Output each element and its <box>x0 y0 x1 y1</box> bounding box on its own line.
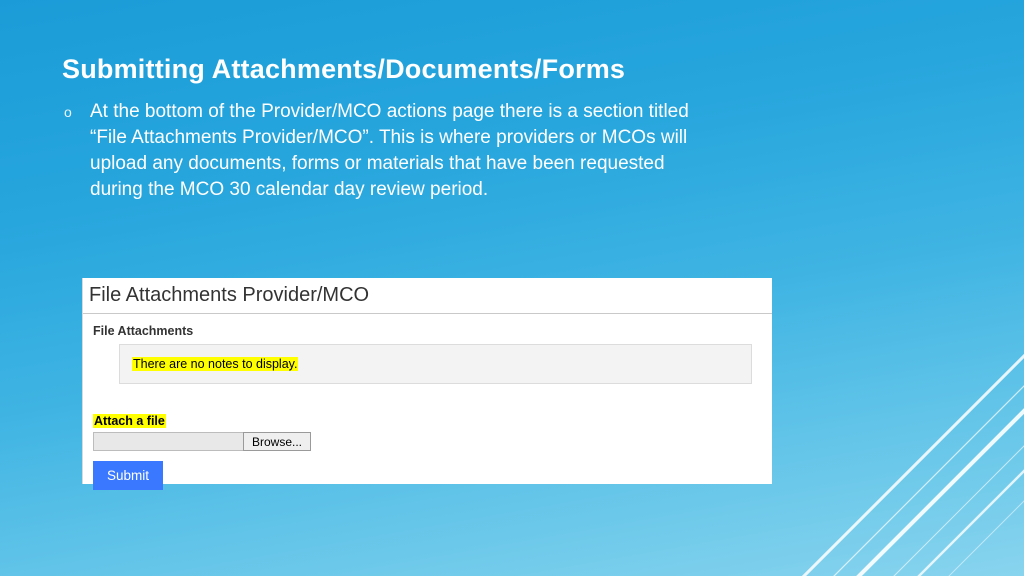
bullet-item: o At the bottom of the Provider/MCO acti… <box>62 99 702 203</box>
file-attachments-panel: File Attachments Provider/MCO File Attac… <box>82 278 772 484</box>
attach-row: Attach a file Browse... Submit <box>93 412 762 490</box>
section-label: File Attachments <box>93 324 762 338</box>
notes-box: There are no notes to display. <box>119 344 752 384</box>
bullet-marker: o <box>62 99 76 125</box>
file-input-row: Browse... <box>93 432 762 451</box>
attach-label: Attach a file <box>93 414 166 428</box>
slide-title: Submitting Attachments/Documents/Forms <box>62 54 962 85</box>
panel-title: File Attachments Provider/MCO <box>83 278 772 314</box>
submit-button[interactable]: Submit <box>93 461 163 490</box>
file-path-field[interactable] <box>93 432 243 451</box>
browse-button[interactable]: Browse... <box>243 432 311 451</box>
bullet-text: At the bottom of the Provider/MCO action… <box>90 99 702 203</box>
empty-message: There are no notes to display. <box>132 357 298 371</box>
slide: Submitting Attachments/Documents/Forms o… <box>0 0 1024 576</box>
panel-body: File Attachments There are no notes to d… <box>83 314 772 498</box>
